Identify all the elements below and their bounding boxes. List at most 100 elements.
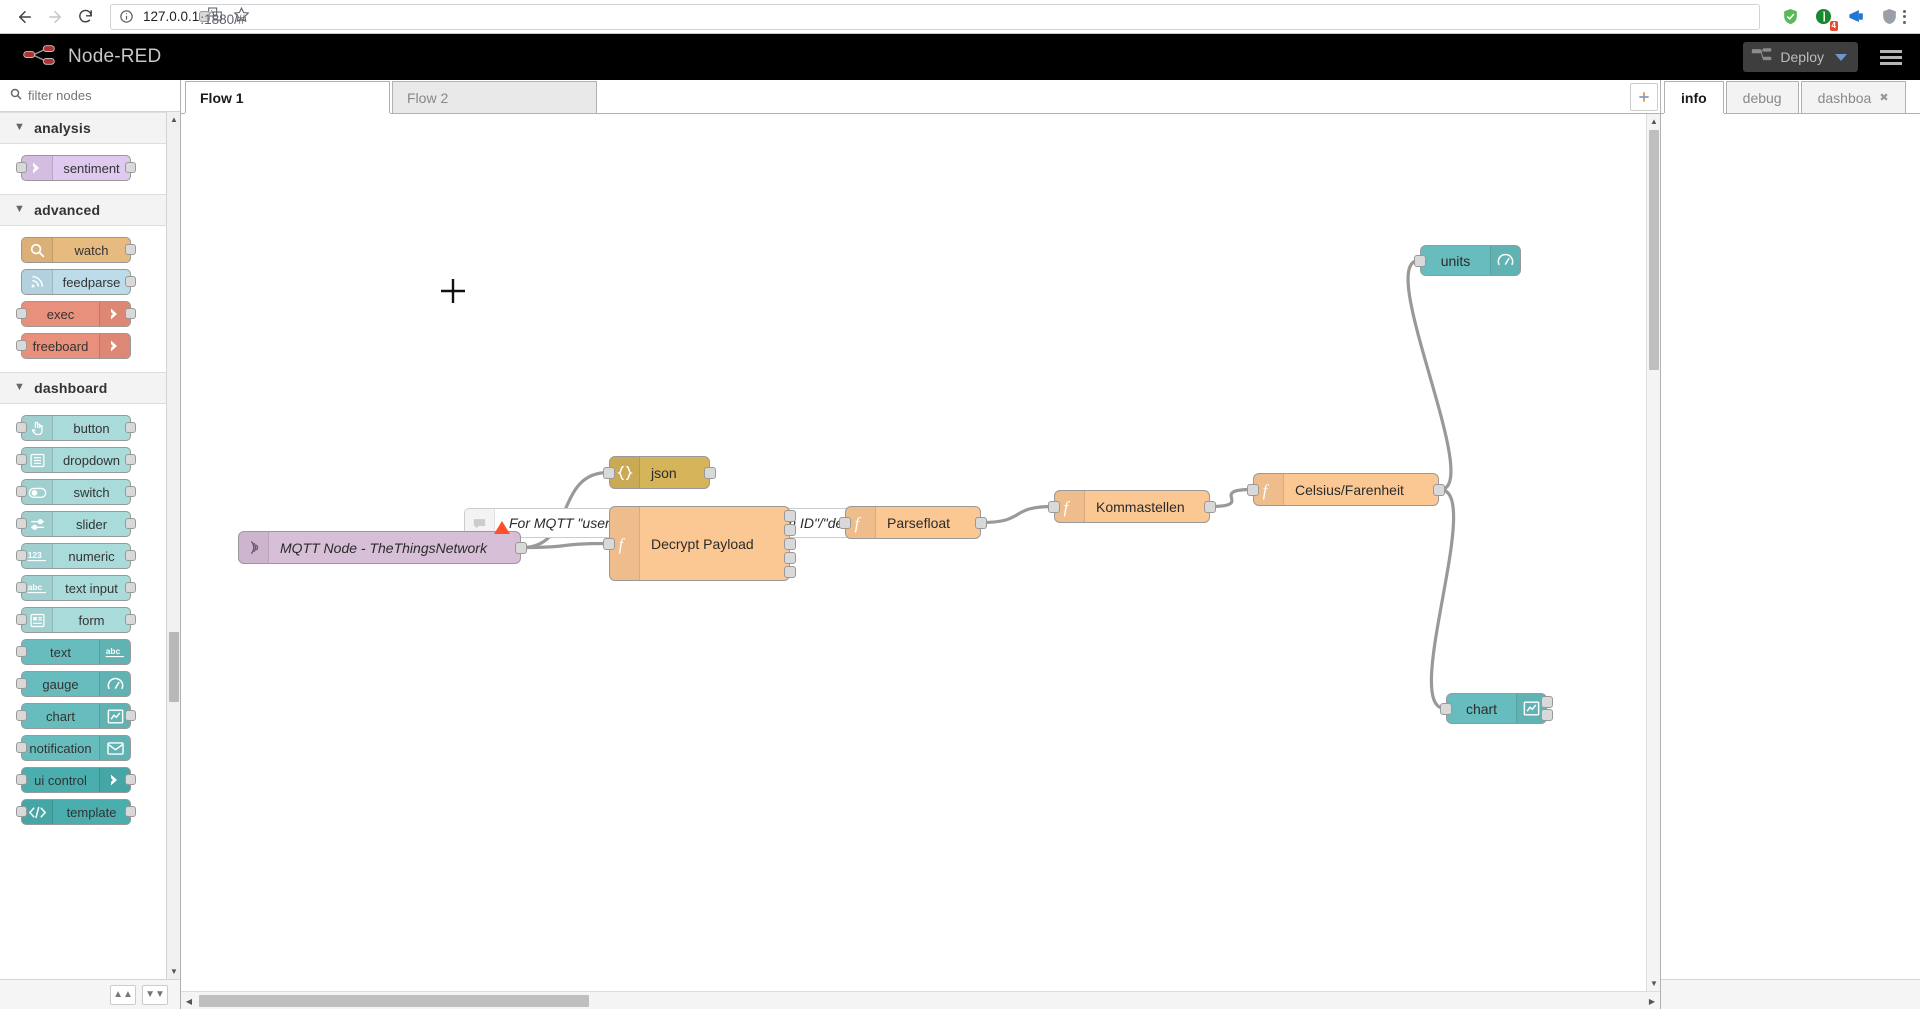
adblock-shield-icon[interactable] [1780, 7, 1800, 27]
flow-node-parsefloat[interactable]: f Parsefloat [839, 506, 987, 539]
palette-node-exec[interactable]: exec [0, 298, 180, 330]
node-input-port[interactable] [16, 340, 27, 351]
node-input-port[interactable] [16, 742, 27, 753]
node-output-port[interactable] [125, 308, 136, 319]
node-input-port[interactable] [16, 162, 27, 173]
back-button[interactable] [10, 2, 40, 32]
palette-node-freeboard[interactable]: freeboard [0, 330, 180, 362]
node-output-port[interactable] [515, 541, 527, 554]
flow-link[interactable] [1406, 258, 1453, 492]
flow-tab-flow-2[interactable]: Flow 2 [392, 81, 597, 113]
flow-link[interactable] [1429, 487, 1456, 711]
node-output-port[interactable] [784, 509, 796, 522]
canvas-hscroll-thumb[interactable] [199, 995, 589, 1007]
node-input-port[interactable] [1247, 483, 1259, 496]
node-output-port[interactable] [1204, 500, 1216, 513]
node-output-port[interactable] [1433, 483, 1445, 496]
flow-node-celsius[interactable]: f Celsius/Farenheit [1247, 473, 1445, 506]
sidebar-tab-info[interactable]: info [1664, 81, 1724, 113]
browser-menu-icon[interactable] [1899, 9, 1910, 24]
node-output-port[interactable] [125, 486, 136, 497]
flow-link[interactable] [981, 504, 1054, 525]
node-input-port[interactable] [16, 710, 27, 721]
node-input-port[interactable] [16, 454, 27, 465]
expand-all-button[interactable]: ▼▼ [142, 984, 168, 1005]
palette-node-notification[interactable]: notification [0, 732, 180, 764]
palette-scrollbar[interactable]: ▲ ▼ [166, 112, 180, 979]
node-input-port[interactable] [16, 582, 27, 593]
node-output-port[interactable] [125, 710, 136, 721]
palette-category-advanced[interactable]: ▼ advanced [0, 194, 180, 226]
palette-scroll-thumb[interactable] [169, 632, 179, 702]
node-output-port[interactable] [125, 518, 136, 529]
palette-node-text[interactable]: text abc [0, 636, 180, 668]
node-input-port[interactable] [16, 614, 27, 625]
node-output-port[interactable] [125, 550, 136, 561]
canvas-vertical-scrollbar[interactable]: ▲ ▼ [1646, 114, 1660, 991]
node-input-port[interactable] [16, 486, 27, 497]
palette-node-watch[interactable]: watch [0, 234, 180, 266]
canvas-scroll-down-icon[interactable]: ▼ [1647, 976, 1660, 991]
sidebar-tab-dashboa[interactable]: dashboa ✖ [1800, 81, 1906, 113]
palette-node-template[interactable]: template [0, 796, 180, 828]
flow-link[interactable] [521, 541, 609, 550]
site-info-icon[interactable] [119, 9, 134, 24]
collapse-all-button[interactable]: ▲▲ [110, 984, 136, 1005]
add-flow-button[interactable] [1630, 83, 1658, 111]
node-output-port[interactable] [125, 276, 136, 287]
palette-node-switch[interactable]: switch [0, 476, 180, 508]
canvas-scroll-right-icon[interactable]: ▶ [1644, 992, 1660, 1009]
shield-grey-icon[interactable] [1879, 7, 1899, 27]
reload-button[interactable] [70, 2, 100, 32]
node-output-port[interactable] [125, 582, 136, 593]
node-input-port[interactable] [16, 678, 27, 689]
hamburger-menu-icon[interactable] [1876, 46, 1906, 69]
flow-node-chart[interactable]: chart [1440, 693, 1553, 724]
flow-node-decrypt[interactable]: f Decrypt Payload [603, 506, 796, 581]
node-input-port[interactable] [16, 422, 27, 433]
palette-node-chart[interactable]: chart [0, 700, 180, 732]
search-input[interactable] [28, 88, 170, 103]
node-output-port[interactable] [1541, 696, 1553, 709]
sidebar-tab-debug[interactable]: debug [1725, 81, 1799, 113]
palette-node-text-input[interactable]: abc text input [0, 572, 180, 604]
node-input-port[interactable] [16, 646, 27, 657]
canvas-horizontal-scrollbar[interactable]: ◀ ▶ [181, 991, 1660, 1009]
privacy-badger-icon[interactable]: 4 [1813, 7, 1838, 31]
flow-canvas-container[interactable]: For MQTT "user"/"password", use "Applica… [181, 114, 1660, 1009]
palette-category-dashboard[interactable]: ▼ dashboard [0, 372, 180, 404]
canvas-vscroll-thumb[interactable] [1649, 130, 1659, 370]
node-input-port[interactable] [1414, 254, 1426, 267]
node-input-port[interactable] [603, 537, 615, 550]
node-output-port[interactable] [704, 466, 716, 479]
palette-category-analysis[interactable]: ▼ analysis [0, 112, 180, 144]
forward-button[interactable] [40, 2, 70, 32]
node-input-port[interactable] [16, 308, 27, 319]
address-bar[interactable]: 127.0.0.1:1880/# A [110, 3, 1760, 30]
flow-node-units[interactable]: units [1414, 245, 1521, 276]
node-output-port[interactable] [1541, 708, 1553, 721]
node-input-port[interactable] [603, 466, 615, 479]
palette-node-ui-control[interactable]: ui control [0, 764, 180, 796]
node-input-port[interactable] [1048, 500, 1060, 513]
node-input-port[interactable] [16, 774, 27, 785]
flow-node-json[interactable]: json [603, 456, 716, 489]
flow-tab-flow-1[interactable]: Flow 1 [185, 81, 390, 113]
palette-node-gauge[interactable]: gauge [0, 668, 180, 700]
chevron-down-icon[interactable] [1835, 53, 1847, 61]
node-output-port[interactable] [125, 454, 136, 465]
flow-node-mqtt[interactable]: MQTT Node - TheThingsNetwork [238, 521, 527, 564]
node-output-port[interactable] [784, 537, 796, 550]
flow-node-komma[interactable]: f Kommastellen [1048, 490, 1216, 523]
node-input-port[interactable] [16, 550, 27, 561]
node-output-port[interactable] [125, 422, 136, 433]
deploy-button[interactable]: Deploy [1743, 42, 1858, 72]
node-output-port[interactable] [784, 565, 796, 578]
palette-search[interactable] [0, 80, 180, 112]
palette-node-feedparse[interactable]: feedparse [0, 266, 180, 298]
node-output-port[interactable] [125, 162, 136, 173]
close-icon[interactable]: ✖ [1879, 91, 1888, 104]
node-input-port[interactable] [16, 518, 27, 529]
palette-scroll-up-icon[interactable]: ▲ [167, 112, 180, 127]
canvas-scroll-left-icon[interactable]: ◀ [181, 992, 197, 1009]
